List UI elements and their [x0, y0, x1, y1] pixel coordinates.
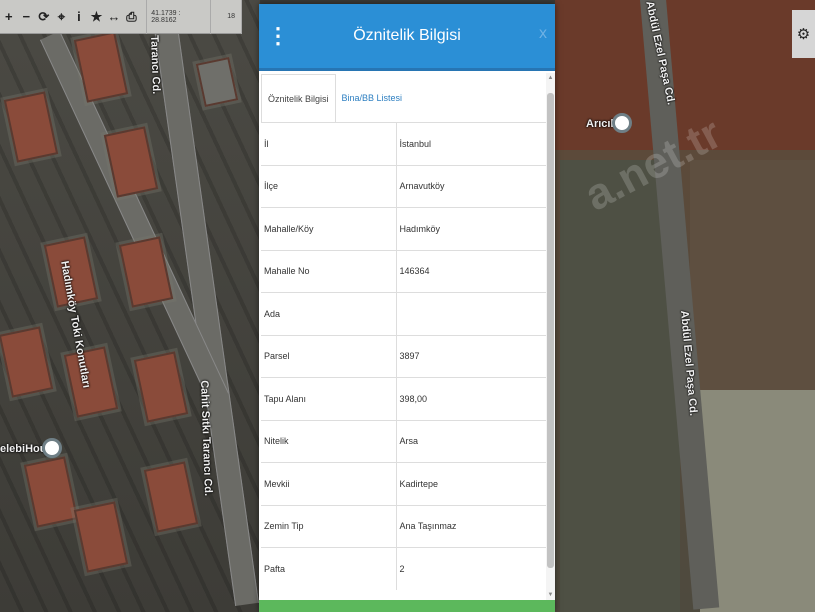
measure-icon[interactable]: ↔: [105, 0, 123, 34]
dialog-footer-bar: [259, 600, 555, 612]
scroll-up-icon[interactable]: ▲: [546, 73, 555, 83]
attribute-key: Parsel: [261, 334, 397, 378]
refresh-icon[interactable]: ⟳: [35, 0, 53, 34]
zoom-level: 18: [221, 0, 243, 34]
map-pin-icon[interactable]: [612, 113, 632, 133]
star-icon[interactable]: ★: [88, 0, 106, 34]
table-row: Tapu Alanı 398,00: [261, 377, 548, 420]
field: [700, 390, 815, 612]
tab-building-list[interactable]: Bina/BB Listesi: [336, 73, 409, 122]
attribute-value: 3897: [396, 334, 548, 378]
map-toolbar: + − ⟳ ⌖ i ★ ↔ ⎙ 41.1739 : 28.8162 18: [0, 0, 243, 34]
table-row: İl İstanbul: [261, 122, 548, 165]
attribute-value: Arnavutköy: [396, 164, 548, 208]
coordinates-readout: 41.1739 : 28.8162: [146, 0, 212, 34]
dialog-header: ⋮ Öznitelik Bilgisi x: [259, 4, 555, 71]
attribute-key: Pafta: [261, 547, 397, 590]
attribute-key: Tapu Alanı: [261, 377, 397, 420]
attribute-value: [396, 292, 548, 335]
info-icon[interactable]: i: [70, 0, 88, 34]
attribute-value: İstanbul: [396, 122, 548, 165]
print-icon[interactable]: ⎙: [123, 0, 141, 34]
tab-attribute-info[interactable]: Öznitelik Bilgisi: [261, 74, 336, 123]
zoom-out-button[interactable]: −: [18, 0, 36, 34]
settings-button[interactable]: ⚙: [792, 10, 815, 58]
zoom-in-button[interactable]: +: [0, 0, 18, 34]
scroll-down-icon[interactable]: ▼: [546, 590, 555, 600]
attribute-value: Arsa: [396, 419, 548, 463]
kebab-menu-icon[interactable]: ⋮: [267, 22, 289, 50]
attribute-key: Mevkii: [261, 462, 397, 505]
attribute-value: Hadımköy: [396, 207, 548, 250]
attribute-key: İl: [261, 122, 397, 165]
attribute-key: Zemin Tip: [261, 504, 397, 548]
close-icon[interactable]: x: [539, 25, 547, 43]
gear-icon: ⚙: [796, 26, 811, 43]
table-row: Pafta 2: [261, 547, 548, 590]
table-row: Mahalle/Köy Hadımköy: [261, 207, 548, 250]
field: [690, 160, 815, 390]
table-row: Zemin Tip Ana Taşınmaz: [261, 504, 548, 548]
map-pin-icon[interactable]: [42, 438, 62, 458]
attribute-value: 2: [396, 547, 548, 590]
dialog-tabs: Öznitelik Bilgisi Bina/BB Listesi: [261, 73, 539, 123]
attribute-value: Ana Taşınmaz: [396, 504, 548, 548]
scrollbar[interactable]: ▲ ▼: [546, 73, 555, 600]
attribute-value: 146364: [396, 249, 548, 293]
attribute-value: 398,00: [396, 377, 548, 420]
attribute-key: İlçe: [261, 164, 397, 208]
dialog-title: Öznitelik Bilgisi: [353, 27, 461, 44]
table-row: Ada: [261, 292, 548, 335]
table-row: Mevkii Kadirtepe: [261, 462, 548, 505]
attribute-table: İl İstanbul İlçe Arnavutköy Mahalle/Köy Hadım…: [261, 122, 548, 600]
table-row: Mahalle No 146364: [261, 249, 548, 293]
attribute-key: Mahalle/Köy: [261, 207, 397, 250]
attribute-key: Mahalle No: [261, 249, 397, 293]
table-row: Nitelik Arsa: [261, 419, 548, 463]
scroll-thumb[interactable]: [547, 93, 554, 568]
table-row: İlçe Arnavutköy: [261, 164, 548, 208]
street-label: Tarancı Cd.: [148, 35, 163, 95]
attribute-info-dialog: ⋮ Öznitelik Bilgisi x Öznitelik Bilgisi …: [259, 4, 555, 612]
locate-icon[interactable]: ⌖: [53, 0, 71, 34]
attribute-value: Kadirtepe: [396, 462, 548, 505]
attribute-key: Ada: [261, 292, 397, 335]
attribute-key: Nitelik: [261, 419, 397, 463]
table-row: Parsel 3897: [261, 334, 548, 378]
